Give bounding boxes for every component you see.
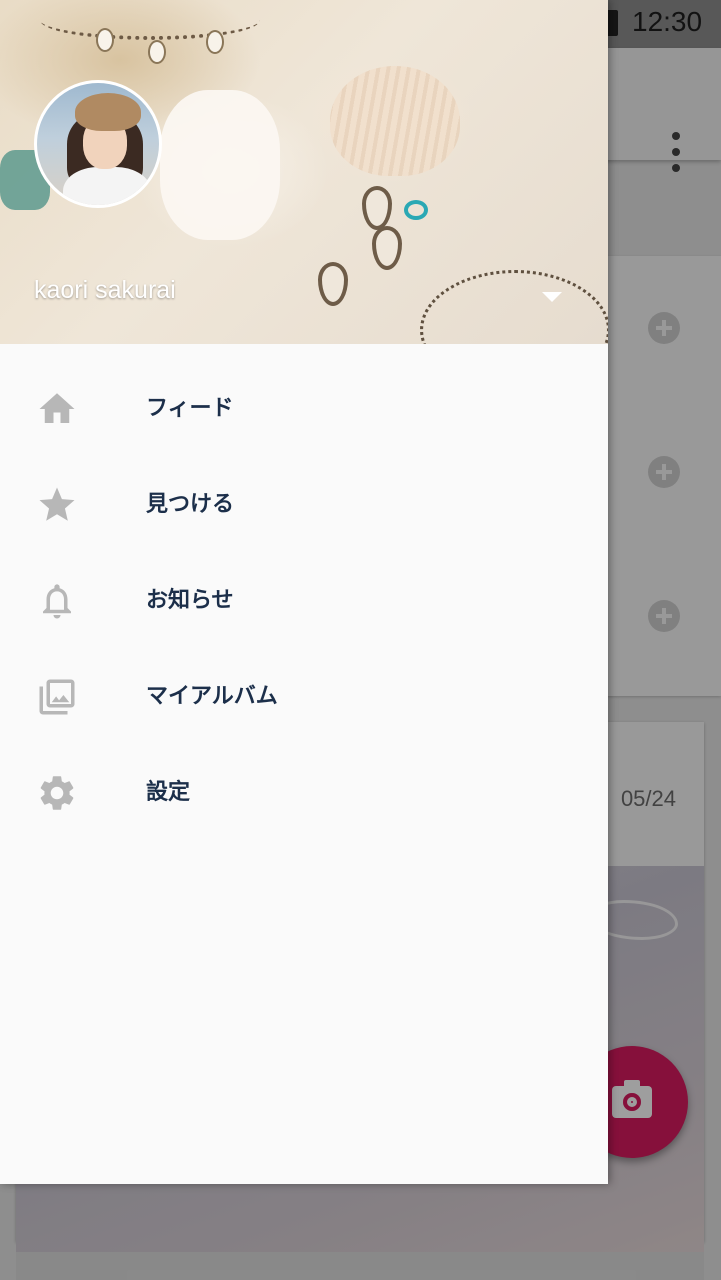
nav-item-label: マイアルバム (146, 684, 278, 709)
header-photo-decoration (404, 200, 428, 220)
header-photo-decoration (372, 226, 402, 270)
header-photo-decoration (318, 262, 348, 306)
gear-icon (40, 776, 74, 810)
avatar[interactable] (34, 80, 162, 208)
star-icon (39, 487, 75, 521)
header-photo-decoration (160, 90, 280, 240)
nav-item-label: お知らせ (146, 588, 234, 613)
header-photo-decoration (96, 28, 114, 52)
nav-item-discover[interactable]: 見つける (0, 456, 608, 552)
drawer-nav-list: フィード 見つける お知らせ マイアルバム 設定 (0, 360, 608, 840)
nav-item-label: 設定 (146, 780, 191, 805)
drawer-header: kaori sakurai (0, 0, 608, 344)
header-photo-decoration (362, 186, 392, 230)
header-photo-decoration (206, 30, 224, 54)
user-name: kaori sakurai (34, 276, 176, 304)
navigation-drawer: kaori sakurai フィード 見つける お知らせ マイアルバム 設定 (0, 0, 608, 1184)
header-photo-decoration (148, 40, 166, 64)
header-photo-decoration (330, 66, 460, 176)
home-icon (39, 393, 75, 423)
nav-item-notifications[interactable]: お知らせ (0, 552, 608, 648)
nav-item-settings[interactable]: 設定 (0, 744, 608, 840)
nav-item-label: 見つける (146, 492, 235, 517)
nav-item-label: フィード (146, 396, 234, 421)
photo-library-icon (39, 679, 75, 715)
nav-item-feed[interactable]: フィード (0, 360, 608, 456)
account-dropdown-icon[interactable] (542, 292, 562, 302)
header-photo-decoration (420, 270, 608, 344)
nav-item-my-album[interactable]: マイアルバム (0, 648, 608, 744)
bell-icon (43, 584, 71, 619)
header-photo-decoration (40, 0, 260, 40)
